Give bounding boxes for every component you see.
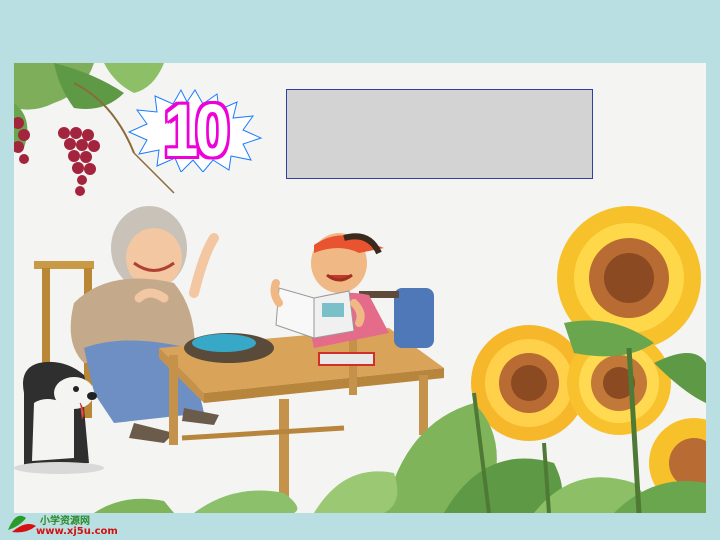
- lesson-badge: 10: [125, 88, 265, 173]
- title-box: [286, 89, 593, 179]
- chair-back: [34, 261, 94, 269]
- grandmother-figure: [70, 206, 219, 443]
- site-watermark: 小学资源网 www.xj5u.com: [0, 500, 160, 540]
- watermark-url: www.xj5u.com: [36, 526, 118, 537]
- boy-figure: [270, 233, 389, 348]
- slide: 10 小学资源网 www.xj5u.com: [0, 0, 720, 540]
- watermark-site-name: 小学资源网: [40, 516, 90, 527]
- backpack: [394, 288, 434, 348]
- lesson-number: 10: [163, 88, 230, 172]
